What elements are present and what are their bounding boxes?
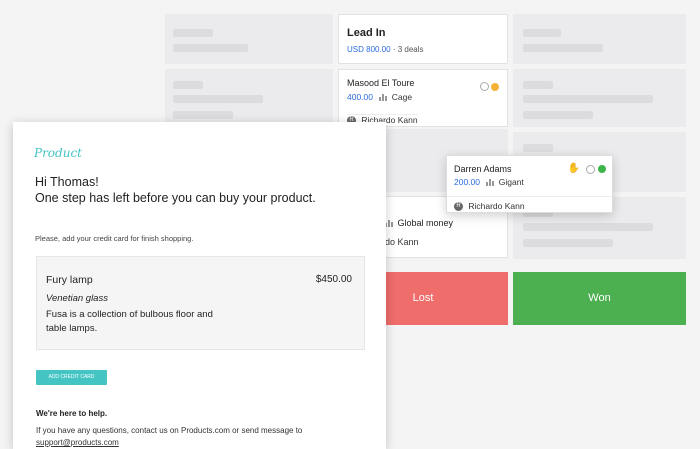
help-text: If you have any questions, contact us on… xyxy=(36,425,316,449)
skeleton-card xyxy=(165,14,333,64)
deal-value: 200.00 xyxy=(454,177,480,187)
status-green-icon xyxy=(598,165,606,173)
grab-hand-icon: ✋ xyxy=(567,163,580,174)
deal-organization: Gigant xyxy=(498,177,524,187)
building-icon xyxy=(486,179,495,187)
skeleton-card xyxy=(165,69,333,127)
deal-meta: 400.00 Cage xyxy=(347,92,412,102)
add-credit-card-button[interactable]: ADD CREDIT CARD xyxy=(36,370,107,385)
building-icon xyxy=(379,94,388,102)
stage-deal-count: 3 deals xyxy=(397,45,424,54)
skeleton-card xyxy=(513,69,686,127)
product-price: $450.00 xyxy=(315,274,352,285)
help-message: If you have any questions, contact us on… xyxy=(36,426,303,435)
deal-organization-row: Global money xyxy=(385,218,453,228)
email-greeting: Hi Thomas! One step has left before you … xyxy=(35,174,335,206)
deal-owner-name: do Kann xyxy=(385,237,419,247)
deal-value: 400.00 xyxy=(347,92,373,102)
skeleton-card xyxy=(513,14,686,64)
email-instruction: Please, add your credit card for finish … xyxy=(35,234,194,243)
building-icon xyxy=(385,220,393,228)
stage-title: Lead In xyxy=(347,27,386,39)
email-preview: Product Hi Thomas! One step has left bef… xyxy=(13,122,386,449)
person-icon xyxy=(586,164,595,174)
deal-status xyxy=(480,78,499,96)
product-subtitle: Venetian glass xyxy=(46,293,108,304)
deal-card[interactable]: Masood El Toure 400.00 Cage R Richardo K… xyxy=(338,69,508,127)
stage-header: Lead In USD 800.00 · 3 deals xyxy=(338,14,508,64)
brand-logo: Product xyxy=(34,146,82,160)
stage-amount: USD 800.00 xyxy=(347,45,391,54)
product-summary: Fury lamp $450.00 Venetian glass Fusa is… xyxy=(36,256,365,350)
deal-title: Masood El Toure xyxy=(347,78,415,88)
owner-avatar-icon: R xyxy=(454,202,463,212)
deal-owner-name: Richardo Kann xyxy=(468,201,525,211)
greeting-line-1: Hi Thomas! xyxy=(35,175,99,189)
stage-summary: USD 800.00 · 3 deals xyxy=(347,45,424,54)
status-orange-icon xyxy=(491,82,499,91)
deal-organization: Cage xyxy=(391,92,413,102)
greeting-line-2: One step has left before you can buy you… xyxy=(35,191,316,205)
person-icon xyxy=(480,82,489,92)
dragged-deal-card[interactable]: Darren Adams ✋ 200.00 Gigant R Richardo … xyxy=(446,155,613,213)
deal-organization: Global money xyxy=(397,218,454,228)
won-drop-zone[interactable]: Won xyxy=(513,272,686,325)
deal-title: Darren Adams xyxy=(454,164,512,174)
deal-status: ✋ xyxy=(568,164,606,174)
deal-meta: 200.00 Gigant xyxy=(454,177,524,187)
support-email-link[interactable]: support@products.com xyxy=(36,438,119,447)
product-description: Fusa is a collection of bulbous floor an… xyxy=(46,309,213,334)
deal-owner: R Richardo Kann xyxy=(447,196,612,214)
product-name: Fury lamp xyxy=(46,274,93,286)
help-title: We're here to help. xyxy=(36,409,108,418)
